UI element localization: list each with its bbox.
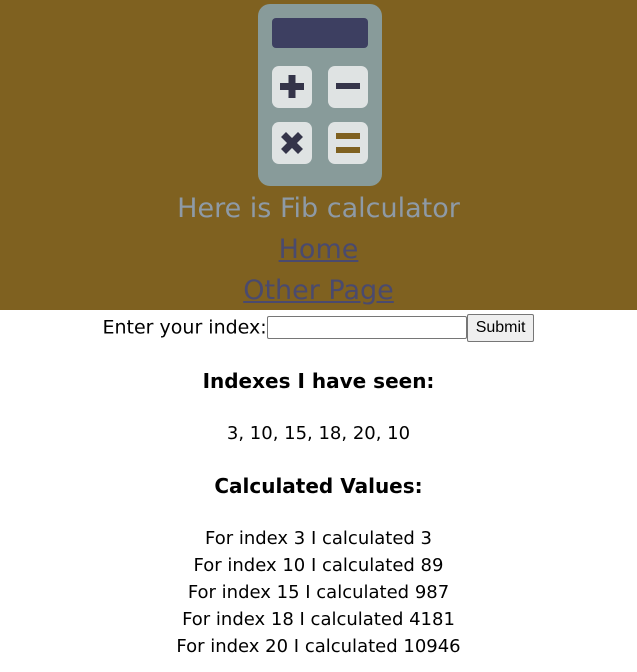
index-form: Enter your index: Submit [0, 312, 637, 342]
calculator-icon [258, 4, 382, 186]
index-input-label: Enter your index: [102, 316, 267, 339]
nav-link-other-page-label[interactable]: Other Page [243, 275, 394, 306]
calculated-values-list: For index 3 I calculated 3 For index 10 … [0, 525, 637, 660]
indexes-heading: Indexes I have seen: [202, 369, 435, 393]
nav-link-other-page[interactable]: Other Page [0, 272, 637, 310]
nav-link-home[interactable]: Home [0, 231, 637, 269]
index-input[interactable] [266, 316, 467, 339]
calculated-value-item: For index 10 I calculated 89 [193, 555, 444, 576]
app-title: Here is Fib calculator [177, 193, 460, 224]
calculated-value-item: For index 20 I calculated 10946 [176, 636, 461, 657]
calculated-value-item: For index 3 I calculated 3 [204, 528, 432, 549]
indexes-list: 3, 10, 15, 18, 20, 10 [226, 423, 411, 444]
submit-button[interactable]: Submit [466, 313, 535, 342]
calculated-values-heading: Calculated Values: [214, 474, 423, 498]
app-header: Here is Fib calculator Home Other Page [0, 0, 637, 310]
calculated-value-item: For index 15 I calculated 987 [187, 582, 450, 603]
calculated-value-item: For index 18 I calculated 4181 [182, 609, 455, 630]
nav-link-home-label[interactable]: Home [279, 234, 359, 265]
